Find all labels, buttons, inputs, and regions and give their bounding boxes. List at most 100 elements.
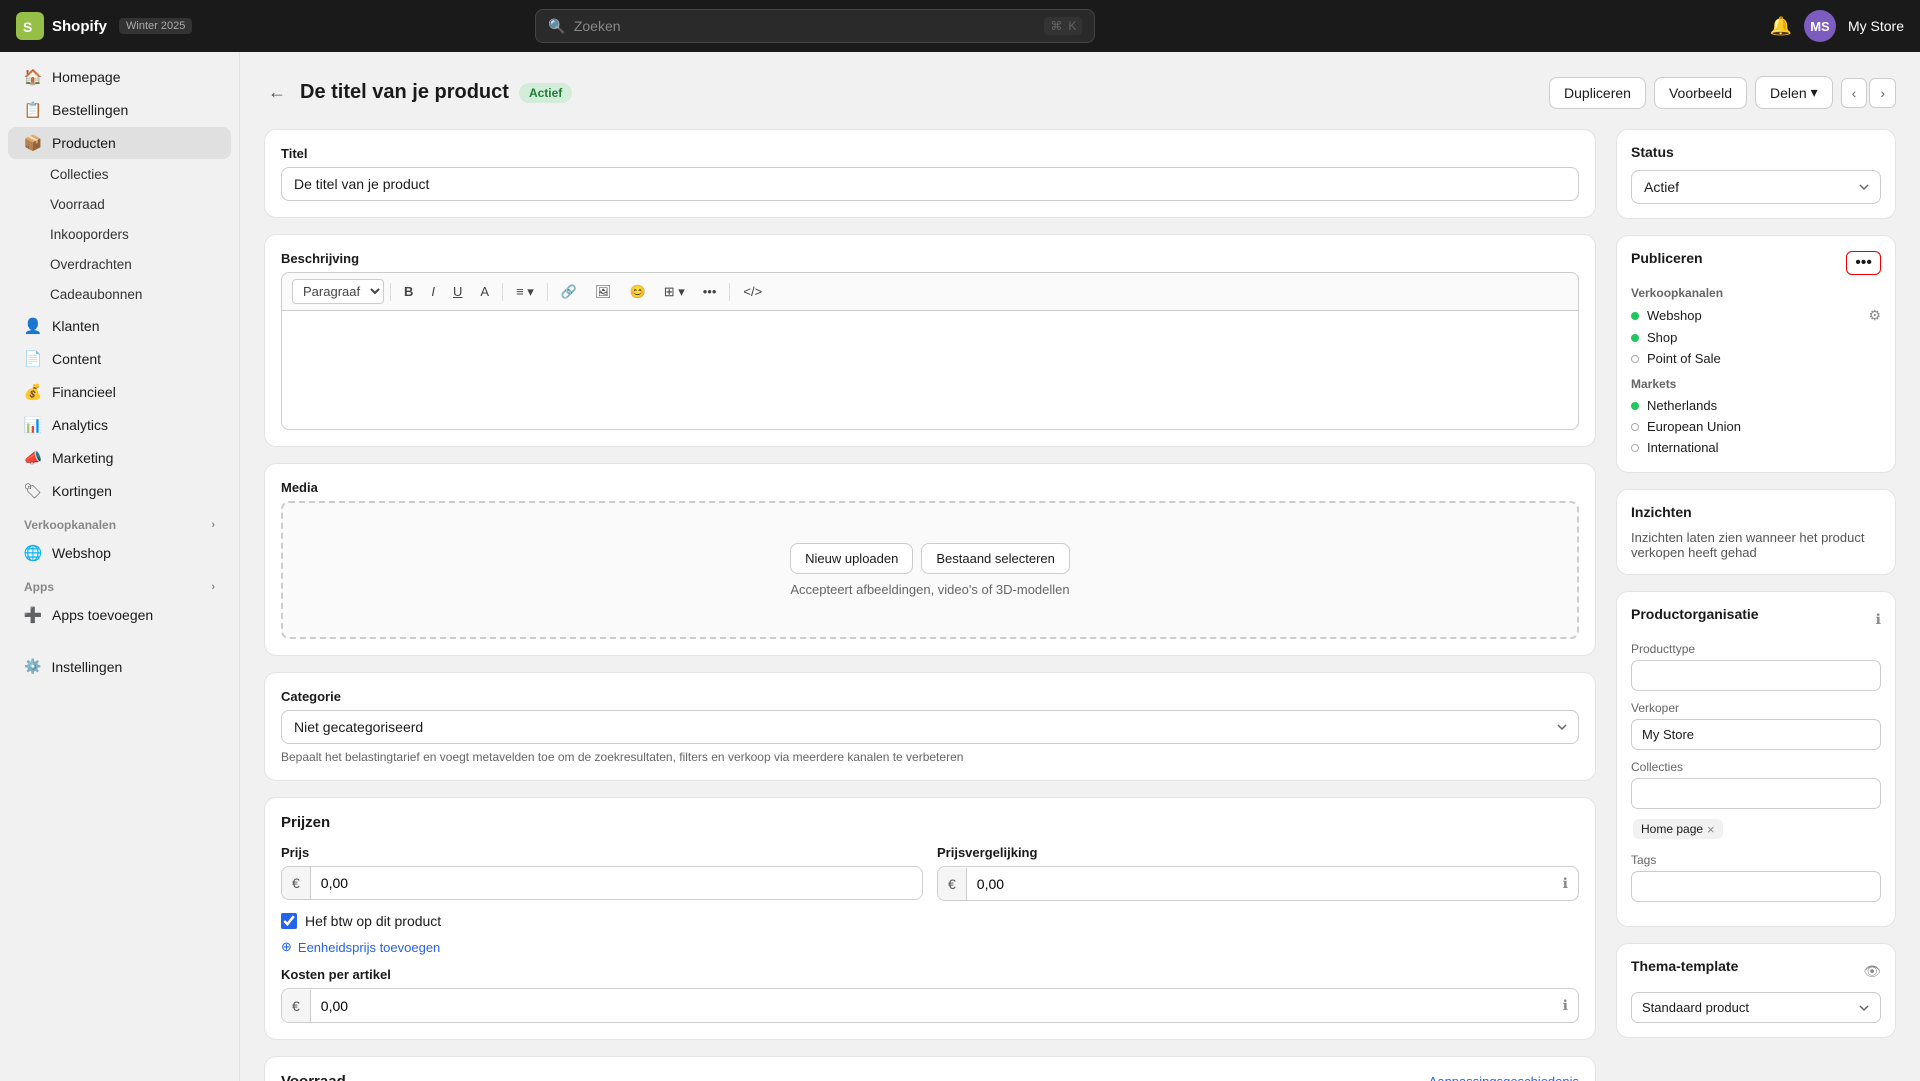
- sidebar-item-content[interactable]: 📄 Content: [8, 343, 231, 375]
- verkoopkanalen-chevron[interactable]: ›: [211, 519, 215, 531]
- shopify-icon: S: [16, 12, 44, 40]
- btw-row: Hef btw op dit product: [281, 913, 1579, 929]
- category-select[interactable]: Niet gecategoriseerd: [281, 710, 1579, 744]
- delen-chevron-icon: ▾: [1811, 84, 1818, 101]
- sidebar-item-webshop[interactable]: 🌐 Webshop: [8, 537, 231, 569]
- collecties-input[interactable]: [1631, 778, 1881, 809]
- inzichten-card: Inzichten Inzichten laten zien wanneer h…: [1616, 489, 1896, 575]
- sidebar-item-voorraad[interactable]: Voorraad: [8, 190, 231, 219]
- sidebar-item-cadeaubonnen[interactable]: Cadeaubonnen: [8, 280, 231, 309]
- sidebar-item-bestellingen[interactable]: 📋 Bestellingen: [8, 94, 231, 126]
- titel-input[interactable]: [281, 167, 1579, 201]
- delen-button[interactable]: Delen ▾: [1755, 76, 1833, 109]
- top-navigation: S Shopify Winter 2025 🔍 Zoeken ⌘ K 🔔 MS …: [0, 0, 1920, 52]
- sidebar-item-overdrachten[interactable]: Overdrachten: [8, 250, 231, 279]
- vergelijking-field: Prijsvergelijking € ℹ: [937, 845, 1579, 901]
- collecties-field: Collecties Home page ×: [1631, 760, 1881, 843]
- prices-row: Prijs € Prijsvergelijking € ℹ: [281, 845, 1579, 901]
- next-arrow-button[interactable]: ›: [1869, 78, 1896, 108]
- rte-divider-4: [729, 283, 730, 301]
- sidebar-item-collecties[interactable]: Collecties: [8, 160, 231, 189]
- main-column: Titel Beschrijving Paragraaf B I U A: [264, 129, 1596, 1081]
- homepage-chip-label: Home page: [1641, 822, 1703, 836]
- rte-underline-button[interactable]: U: [446, 280, 469, 303]
- media-label: Media: [281, 480, 1579, 495]
- status-card-title: Status: [1631, 144, 1881, 160]
- back-button[interactable]: ←: [264, 78, 290, 107]
- titel-card: Titel: [264, 129, 1596, 218]
- rte-bold-button[interactable]: B: [397, 280, 420, 303]
- rte-align-button[interactable]: ≡ ▾: [509, 280, 541, 304]
- discounts-icon: 🏷: [24, 482, 42, 500]
- prijs-field: Prijs €: [281, 845, 923, 901]
- pos-dot: [1631, 355, 1639, 363]
- rte-divider-2: [502, 283, 503, 301]
- prijs-label: Prijs: [281, 845, 923, 860]
- search-shortcut: ⌘ K: [1044, 17, 1082, 35]
- apps-chevron[interactable]: ›: [211, 581, 215, 593]
- aanpassings-link[interactable]: Aanpassingsgeschiedenis: [1429, 1074, 1579, 1081]
- unit-price-button[interactable]: ⊕ Eenheidsprijs toevoegen: [281, 939, 440, 955]
- sidebar-label-instellingen: Instellingen: [51, 659, 122, 675]
- thema-select[interactable]: Standaard product: [1631, 992, 1881, 1023]
- verkoper-input[interactable]: [1631, 719, 1881, 750]
- apps-label: Apps: [24, 580, 54, 594]
- rte-more-button[interactable]: •••: [696, 280, 724, 303]
- rte-toolbar: Paragraaf B I U A ≡ ▾ 🔗 🖼 😊 ⊞ ▾: [281, 272, 1579, 310]
- inzichten-title: Inzichten: [1631, 504, 1881, 520]
- vergelijking-input[interactable]: [967, 868, 1553, 900]
- publiceren-dots-button[interactable]: •••: [1846, 251, 1881, 275]
- rte-paragraph-select[interactable]: Paragraaf: [292, 279, 384, 304]
- productorganisatie-title: Productorganisatie: [1631, 606, 1759, 622]
- prev-arrow-button[interactable]: ‹: [1841, 78, 1868, 108]
- tags-field: Tags: [1631, 853, 1881, 902]
- sidebar-item-apps-toevoegen[interactable]: ➕ Apps toevoegen: [8, 599, 231, 631]
- sidebar-item-analytics[interactable]: 📊 Analytics: [8, 409, 231, 441]
- homepage-chip-close[interactable]: ×: [1707, 823, 1715, 836]
- media-select-button[interactable]: Bestaand selecteren: [921, 543, 1070, 574]
- rte-image-button[interactable]: 🖼: [588, 280, 619, 304]
- search-icon: 🔍: [548, 18, 565, 35]
- sidebar-item-producten[interactable]: 📦 Producten: [8, 127, 231, 159]
- kosten-input[interactable]: [311, 990, 1553, 1022]
- sidebar-item-instellingen[interactable]: ⚙️ Instellingen: [8, 651, 231, 682]
- status-select[interactable]: Actief: [1631, 170, 1881, 204]
- rte-divider-3: [547, 283, 548, 301]
- rte-emoji-button[interactable]: 😊: [623, 280, 653, 304]
- search-bar[interactable]: 🔍 Zoeken ⌘ K: [535, 9, 1095, 43]
- btw-checkbox[interactable]: [281, 913, 297, 929]
- verkoopkanalen-section-label: Verkoopkanalen: [1631, 286, 1881, 300]
- sidebar-label-klanten: Klanten: [52, 318, 99, 334]
- sidebar-item-homepage[interactable]: 🏠 Homepage: [8, 61, 231, 93]
- rte-code-button[interactable]: </>: [736, 280, 769, 303]
- webshop-settings-icon[interactable]: ⚙: [1868, 307, 1881, 324]
- add-apps-icon: ➕: [24, 606, 42, 624]
- sidebar-label-financieel: Financieel: [52, 384, 116, 400]
- rte-link-button[interactable]: 🔗: [554, 280, 584, 304]
- avatar[interactable]: MS: [1804, 10, 1836, 42]
- netherlands-dot: [1631, 402, 1639, 410]
- sidebar-item-financieel[interactable]: 💰 Financieel: [8, 376, 231, 408]
- rte-body[interactable]: [281, 310, 1579, 430]
- rte-table-button[interactable]: ⊞ ▾: [657, 280, 692, 304]
- rte-italic-button[interactable]: I: [424, 280, 442, 303]
- sidebar-item-inkooporders[interactable]: Inkooporders: [8, 220, 231, 249]
- tags-input[interactable]: [1631, 871, 1881, 902]
- channel-shop: Shop: [1631, 327, 1881, 348]
- sidebar-item-marketing[interactable]: 📣 Marketing: [8, 442, 231, 474]
- international-dot: [1631, 444, 1639, 452]
- rte-color-button[interactable]: A: [473, 280, 496, 303]
- voorbeeld-button[interactable]: Voorbeeld: [1654, 77, 1747, 109]
- publiceren-header: Publiceren •••: [1631, 250, 1881, 276]
- verkoper-label: Verkoper: [1631, 701, 1881, 715]
- unit-price-label: Eenheidsprijs toevoegen: [298, 940, 440, 955]
- producttype-input[interactable]: [1631, 660, 1881, 691]
- prijs-input[interactable]: [311, 867, 922, 899]
- eye-icon[interactable]: 👁: [1863, 963, 1881, 980]
- notifications-icon[interactable]: 🔔: [1770, 16, 1792, 37]
- home-icon: 🏠: [24, 68, 42, 86]
- dupliceren-button[interactable]: Dupliceren: [1549, 77, 1646, 109]
- sidebar-item-kortingen[interactable]: 🏷 Kortingen: [8, 475, 231, 507]
- media-upload-button[interactable]: Nieuw uploaden: [790, 543, 913, 574]
- sidebar-item-klanten[interactable]: 👤 Klanten: [8, 310, 231, 342]
